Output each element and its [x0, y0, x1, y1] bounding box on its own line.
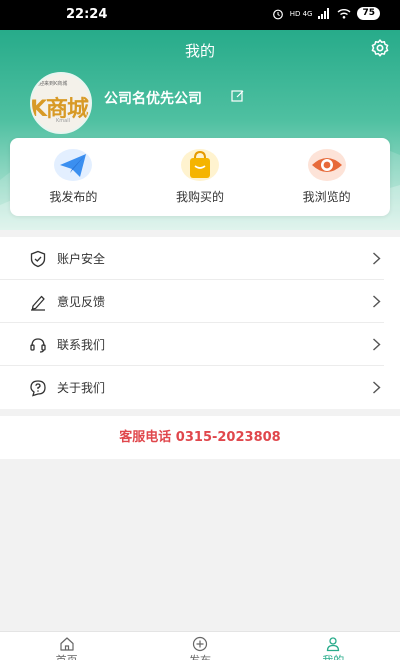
chevron-right-icon	[373, 338, 381, 351]
service-phone-text: 客服电话 0315-2023808	[119, 430, 281, 445]
tab-home[interactable]: 首页	[0, 632, 133, 660]
headset-icon	[30, 338, 46, 353]
eye-icon	[307, 149, 346, 181]
edit-icon[interactable]	[231, 89, 245, 103]
status-icons: HD 4G 75	[272, 7, 380, 20]
avatar[interactable]: 欢迎来到K商城 K商城 Kmall	[30, 72, 92, 134]
status-bar: 22:24 HD 4G 75	[0, 0, 400, 30]
user-icon	[327, 637, 340, 652]
home-icon	[60, 637, 74, 651]
tab-label-home: 首页	[0, 652, 133, 660]
quick-actions-card: 我发布的 我购买的 我浏览的	[10, 138, 390, 216]
tab-mine[interactable]: 我的	[267, 632, 400, 660]
menu-item-about-us[interactable]: 关于我们	[0, 366, 384, 409]
shield-icon	[30, 250, 46, 268]
battery-indicator: 75	[357, 7, 380, 20]
my-published-button[interactable]: 我发布的	[10, 138, 137, 216]
menu-label-feedback: 意见反馈	[57, 295, 106, 309]
shopping-bag-icon	[181, 149, 219, 181]
tab-label-publish: 发布	[133, 652, 266, 660]
chevron-right-icon	[373, 295, 381, 308]
my-viewed-button[interactable]: 我浏览的	[263, 138, 390, 216]
question-bubble-icon	[30, 380, 46, 397]
gear-icon[interactable]	[370, 38, 390, 58]
network-label: HD 4G	[289, 9, 313, 18]
wifi-icon	[338, 9, 351, 19]
tab-label-mine: 我的	[267, 652, 400, 660]
avatar-logo-subtext: Kmall	[56, 118, 70, 124]
menu-label-account-security: 账户安全	[57, 252, 106, 266]
my-published-label: 我发布的	[49, 190, 98, 204]
my-viewed-label: 我浏览的	[302, 190, 351, 204]
my-purchased-button[interactable]: 我购买的	[137, 138, 264, 216]
signal-icon	[318, 8, 330, 19]
my-purchased-label: 我购买的	[176, 190, 225, 204]
settings-menu: 账户安全 意见反馈 联系我们 关于我们	[0, 237, 400, 409]
menu-label-about-us: 关于我们	[57, 381, 106, 395]
pen-icon	[31, 295, 45, 311]
menu-item-feedback[interactable]: 意见反馈	[0, 280, 384, 323]
alarm-icon	[272, 9, 283, 19]
paper-plane-icon	[54, 149, 93, 181]
service-phone-link[interactable]: 客服电话 0315-2023808	[0, 416, 400, 459]
page-title: 我的	[184, 42, 215, 60]
tab-publish[interactable]: 发布	[133, 632, 266, 660]
plus-circle-icon	[192, 636, 208, 652]
menu-label-contact-us: 联系我们	[57, 338, 106, 352]
company-name: 公司名优先公司	[104, 91, 202, 107]
bottom-tab-bar: 首页 发布 我的	[0, 631, 400, 660]
chevron-right-icon	[373, 381, 381, 394]
chevron-right-icon	[373, 252, 381, 265]
avatar-ticker-text: 欢迎来到K商城	[34, 81, 68, 87]
menu-item-contact-us[interactable]: 联系我们	[0, 323, 384, 366]
menu-item-account-security[interactable]: 账户安全	[0, 237, 384, 280]
status-time: 22:24	[66, 7, 108, 22]
